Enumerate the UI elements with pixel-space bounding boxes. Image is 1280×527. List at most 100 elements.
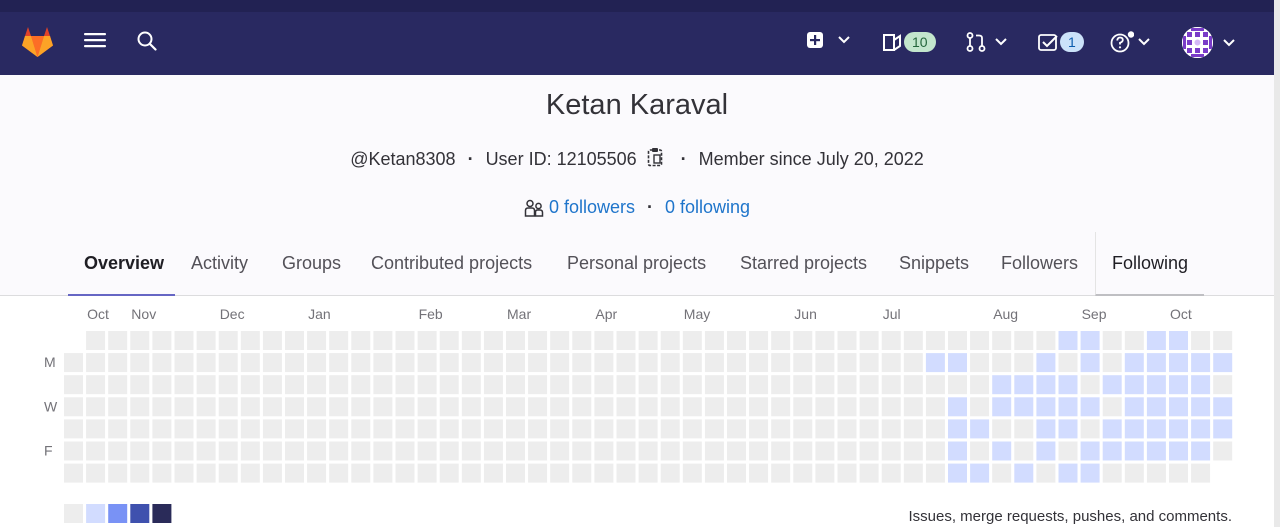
contribution-day-cell[interactable] xyxy=(771,463,791,483)
contribution-day-cell[interactable] xyxy=(1080,441,1100,461)
contribution-day-cell[interactable] xyxy=(218,463,238,483)
contribution-day-cell[interactable] xyxy=(771,375,791,395)
contribution-day-cell[interactable] xyxy=(329,441,349,461)
contribution-day-cell[interactable] xyxy=(1014,441,1034,461)
contribution-day-cell[interactable] xyxy=(329,419,349,439)
contribution-day-cell[interactable] xyxy=(616,397,636,417)
contribution-day-cell[interactable] xyxy=(771,331,791,350)
contribution-day-cell[interactable] xyxy=(417,397,437,417)
contribution-day-cell[interactable] xyxy=(218,353,238,373)
contribution-day-cell[interactable] xyxy=(285,463,304,483)
contribution-day-cell[interactable] xyxy=(815,375,835,395)
contribution-day-cell[interactable] xyxy=(793,419,813,439)
contribution-day-cell[interactable] xyxy=(373,331,393,350)
contribution-day-cell[interactable] xyxy=(1058,397,1078,417)
contribution-day-cell[interactable] xyxy=(285,441,304,461)
contribution-day-cell[interactable] xyxy=(638,441,658,461)
contribution-day-cell[interactable] xyxy=(1124,331,1144,350)
contribution-day-cell[interactable] xyxy=(329,375,349,395)
contribution-day-cell[interactable] xyxy=(903,375,923,395)
contribution-day-cell[interactable] xyxy=(1213,441,1233,461)
contribution-day-cell[interactable] xyxy=(1213,375,1233,395)
contribution-day-cell[interactable] xyxy=(1014,463,1034,483)
contribution-day-cell[interactable] xyxy=(152,463,172,483)
contribution-day-cell[interactable] xyxy=(881,353,901,373)
contribution-day-cell[interactable] xyxy=(307,331,327,350)
contribution-day-cell[interactable] xyxy=(174,331,194,350)
contribution-day-cell[interactable] xyxy=(417,463,437,483)
contribution-day-cell[interactable] xyxy=(108,397,128,417)
contribution-day-cell[interactable] xyxy=(970,419,990,439)
issues-button[interactable]: 10 xyxy=(882,32,936,52)
contribution-day-cell[interactable] xyxy=(1124,397,1144,417)
contribution-day-cell[interactable] xyxy=(395,463,415,483)
contribution-day-cell[interactable] xyxy=(240,463,260,483)
contribution-day-cell[interactable] xyxy=(550,375,570,395)
contribution-day-cell[interactable] xyxy=(815,353,835,373)
contribution-day-cell[interactable] xyxy=(1146,353,1166,373)
contribution-day-cell[interactable] xyxy=(262,353,282,373)
contribution-day-cell[interactable] xyxy=(859,353,879,373)
contribution-day-cell[interactable] xyxy=(771,397,791,417)
contribution-day-cell[interactable] xyxy=(307,441,327,461)
contribution-day-cell[interactable] xyxy=(461,397,481,417)
contribution-day-cell[interactable] xyxy=(240,397,260,417)
contribution-day-cell[interactable] xyxy=(793,375,813,395)
contribution-day-cell[interactable] xyxy=(152,397,172,417)
contribution-day-cell[interactable] xyxy=(992,441,1012,461)
contribution-day-cell[interactable] xyxy=(550,353,570,373)
contribution-day-cell[interactable] xyxy=(1080,353,1100,373)
contribution-day-cell[interactable] xyxy=(86,331,106,350)
contribution-day-cell[interactable] xyxy=(152,441,172,461)
contribution-day-cell[interactable] xyxy=(660,353,680,373)
contribution-day-cell[interactable] xyxy=(1169,419,1188,439)
contribution-day-cell[interactable] xyxy=(262,441,282,461)
contribution-day-cell[interactable] xyxy=(1080,397,1100,417)
contribution-day-cell[interactable] xyxy=(218,375,238,395)
contribution-day-cell[interactable] xyxy=(1191,397,1211,417)
contribution-day-cell[interactable] xyxy=(1146,441,1166,461)
contribution-day-cell[interactable] xyxy=(704,353,724,373)
contribution-day-cell[interactable] xyxy=(152,353,172,373)
contribution-day-cell[interactable] xyxy=(925,353,945,373)
contribution-day-cell[interactable] xyxy=(594,397,614,417)
page-scrollbar[interactable] xyxy=(1274,0,1280,527)
contribution-day-cell[interactable] xyxy=(1036,463,1056,483)
contribution-day-cell[interactable] xyxy=(196,353,216,373)
contribution-day-cell[interactable] xyxy=(1191,463,1211,483)
contribution-day-cell[interactable] xyxy=(439,419,459,439)
contribution-day-cell[interactable] xyxy=(1102,353,1122,373)
contribution-day-cell[interactable] xyxy=(550,463,570,483)
contribution-day-cell[interactable] xyxy=(727,353,746,373)
followers-link[interactable]: 0 followers xyxy=(549,197,635,218)
contribution-day-cell[interactable] xyxy=(682,419,702,439)
contribution-day-cell[interactable] xyxy=(285,331,304,350)
contribution-day-cell[interactable] xyxy=(903,419,923,439)
contribution-day-cell[interactable] xyxy=(395,375,415,395)
contribution-day-cell[interactable] xyxy=(483,375,503,395)
contribution-day-cell[interactable] xyxy=(948,463,967,483)
contribution-day-cell[interactable] xyxy=(196,463,216,483)
contribution-day-cell[interactable] xyxy=(218,331,238,350)
contribution-day-cell[interactable] xyxy=(572,463,592,483)
contribution-day-cell[interactable] xyxy=(550,331,570,350)
contribution-day-cell[interactable] xyxy=(881,463,901,483)
contribution-day-cell[interactable] xyxy=(461,375,481,395)
contribution-day-cell[interactable] xyxy=(307,419,327,439)
tab-overview[interactable]: Overview xyxy=(68,232,175,296)
contribution-day-cell[interactable] xyxy=(550,419,570,439)
contribution-day-cell[interactable] xyxy=(1080,331,1100,350)
contribution-day-cell[interactable] xyxy=(925,397,945,417)
contribution-day-cell[interactable] xyxy=(1014,397,1034,417)
contribution-day-cell[interactable] xyxy=(1014,375,1034,395)
contribution-day-cell[interactable] xyxy=(439,331,459,350)
contribution-day-cell[interactable] xyxy=(594,463,614,483)
contribution-day-cell[interactable] xyxy=(660,375,680,395)
contribution-day-cell[interactable] xyxy=(307,463,327,483)
contribution-day-cell[interactable] xyxy=(196,397,216,417)
contribution-day-cell[interactable] xyxy=(108,463,128,483)
contribution-day-cell[interactable] xyxy=(152,331,172,350)
contribution-day-cell[interactable] xyxy=(793,463,813,483)
contribution-day-cell[interactable] xyxy=(285,353,304,373)
contribution-day-cell[interactable] xyxy=(1169,463,1188,483)
